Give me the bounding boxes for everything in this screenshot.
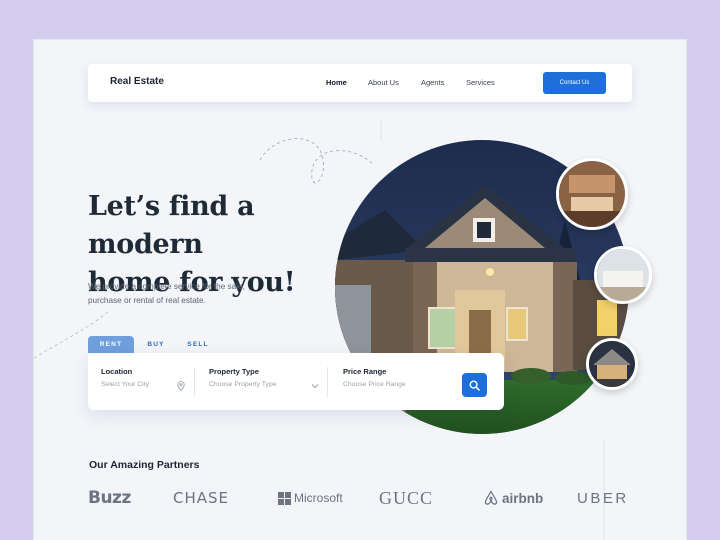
partner-logo-gucc: GUCC [379,486,433,510]
price-range-field[interactable]: Price Range Choose Price Range [343,367,453,388]
tab-rent[interactable]: RENT [88,336,134,353]
thumbnail-living-room-white[interactable] [594,246,652,304]
property-type-label: Property Type [209,367,259,376]
thumbnail-living-room-warm[interactable] [556,158,628,230]
price-range-select[interactable]: Choose Price Range [343,381,453,388]
partner-logo-airbnb: airbnb [483,486,543,510]
property-type-field[interactable]: Property Type Choose Property Type [209,367,319,388]
nav-link-services[interactable]: Services [466,78,495,87]
field-divider [194,367,195,397]
hero-title-line-1: Let’s find a modern [88,191,255,260]
thumbnail-house-exterior[interactable] [586,338,638,390]
property-type-select[interactable]: Choose Property Type [209,381,319,388]
partner-name-buzz: Buzz [88,488,131,508]
partner-logo-uber: UBER [577,486,629,510]
hero-description-line-1: We provide a complete service for the sa… [88,282,245,291]
partner-name-chase: CHASE [173,489,230,507]
navbar: Real Estate Home About Us Agents Service… [88,64,632,102]
brand-logo[interactable]: Real Estate [110,76,164,87]
chevron-down-icon[interactable] [311,383,319,389]
partner-name-uber: UBER [577,489,629,507]
tab-buy[interactable]: BUY [137,336,175,353]
partners-title: Our Amazing Partners [89,459,200,471]
tab-sell[interactable]: SELL [179,336,217,353]
partner-name-airbnb: airbnb [502,490,544,506]
search-icon [469,379,480,391]
microsoft-windows-icon [278,491,291,505]
partner-name-microsoft: Microsoft [294,491,343,505]
partner-logo-microsoft: Microsoft [278,486,343,510]
price-range-label: Price Range [343,367,387,376]
nav-link-agents[interactable]: Agents [421,78,444,87]
partner-logo-chase: CHASE [173,486,229,510]
page-frame: Real Estate Home About Us Agents Service… [34,40,686,540]
partner-logo-buzz: Buzz [88,486,131,510]
nav-link-about-us[interactable]: About Us [368,78,399,87]
field-divider [327,367,328,397]
nav-link-home[interactable]: Home [326,78,347,87]
search-button[interactable] [462,373,487,397]
property-search-form: Location Select Your City Property Type … [88,353,504,410]
airbnb-icon [484,490,498,505]
hero-description-line-2: purchase or rental of real estate. [88,296,206,305]
map-pin-icon [177,381,185,391]
hero-description: We provide a complete service for the sa… [88,280,288,308]
location-label: Location [101,367,133,376]
contact-us-button[interactable]: Contact Us [543,72,606,94]
partner-name-gucc: GUCC [379,487,434,508]
